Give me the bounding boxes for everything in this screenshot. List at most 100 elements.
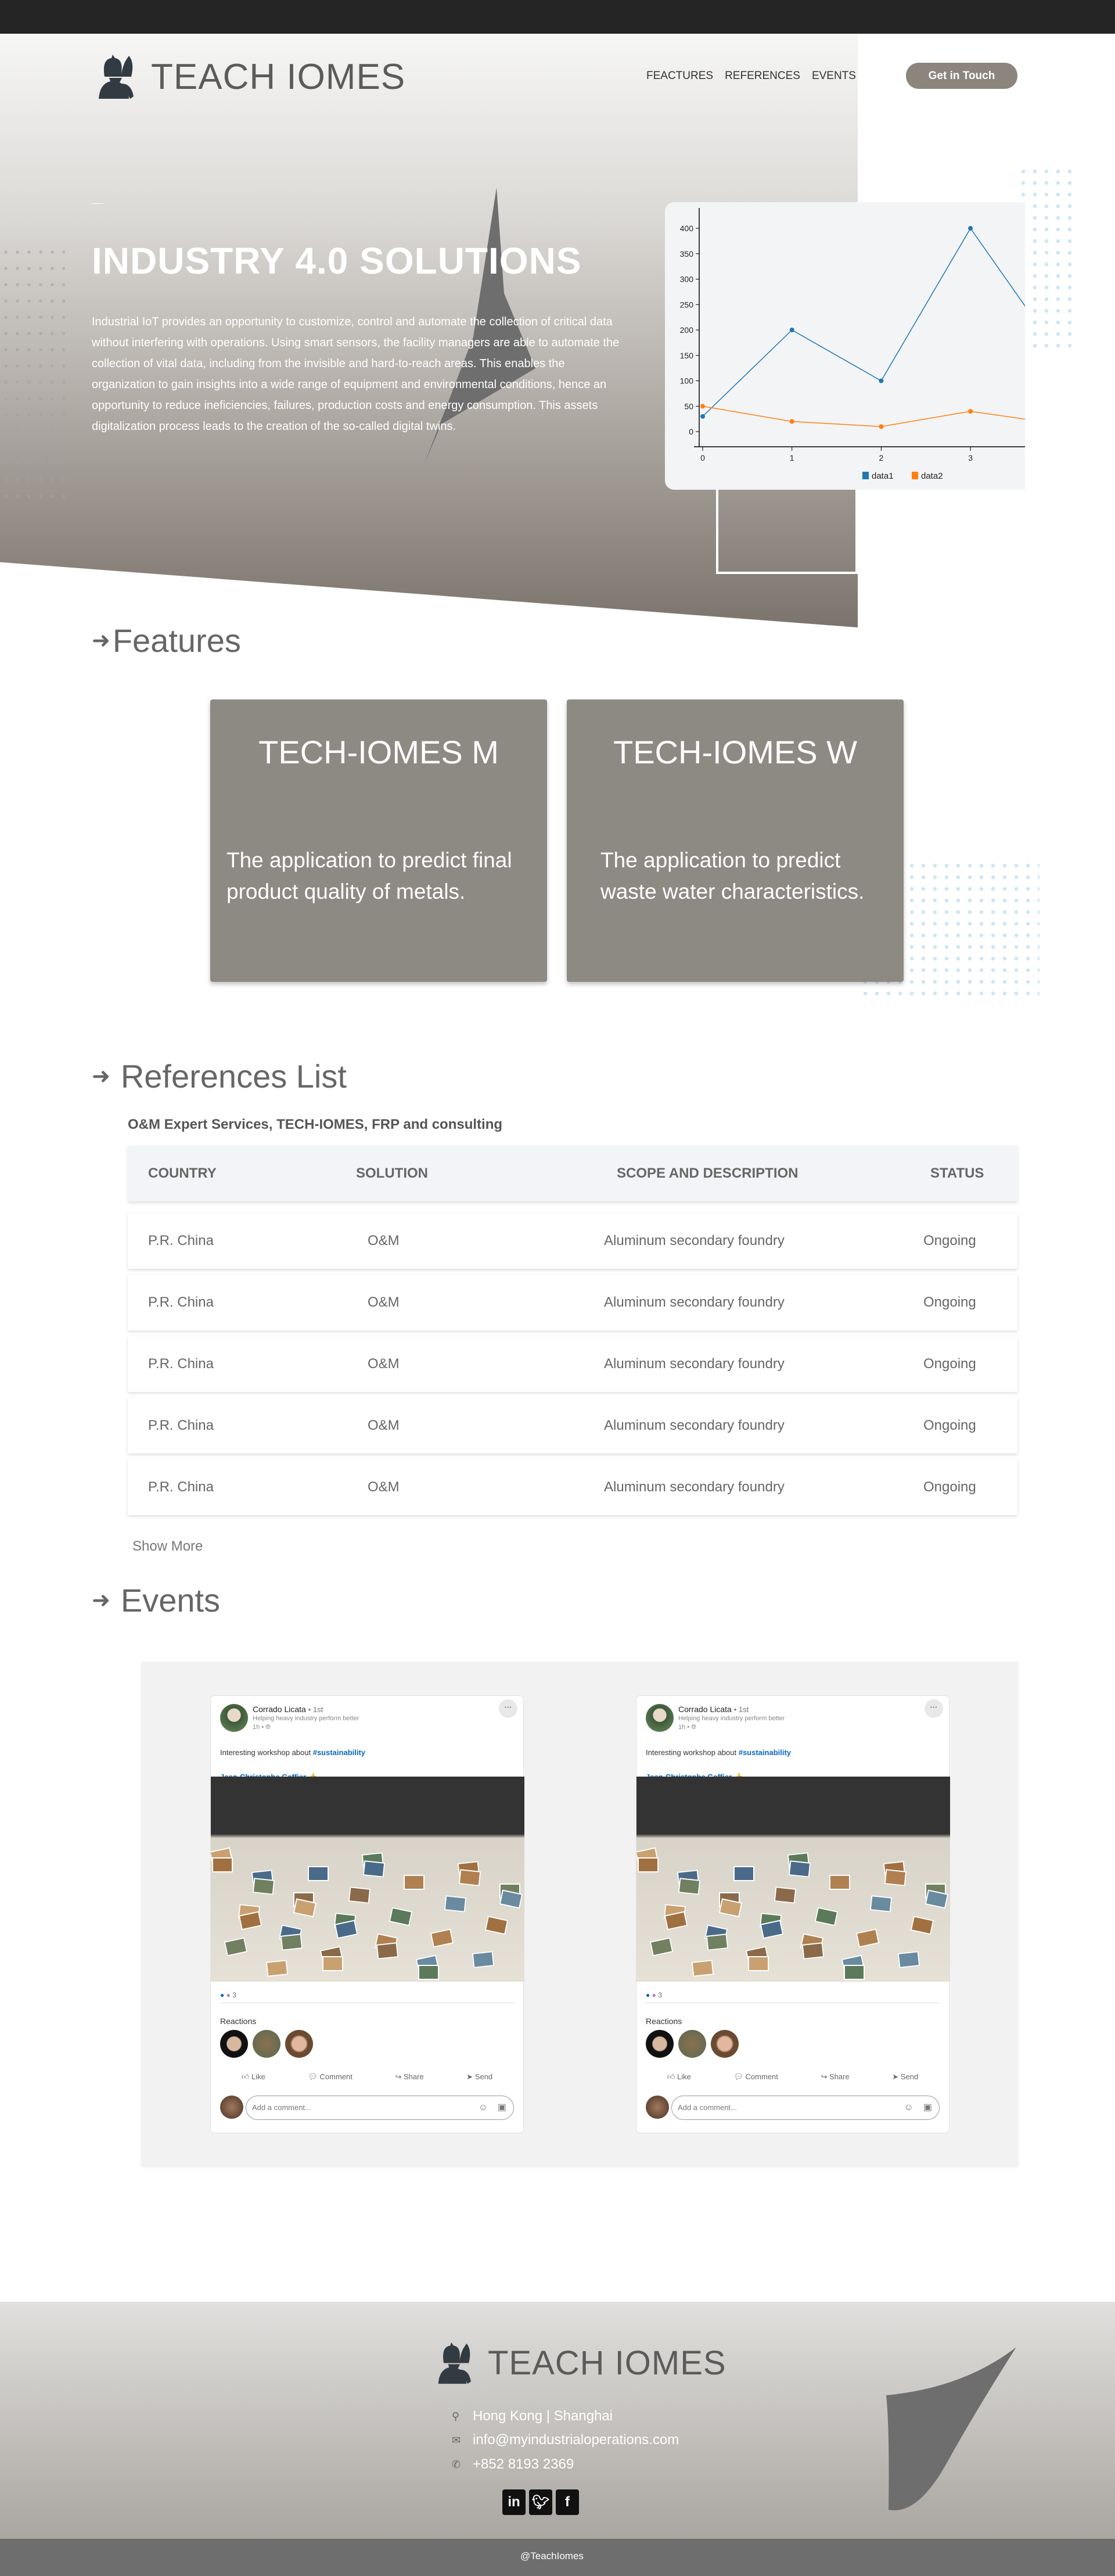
y-tick-label: 150 bbox=[680, 351, 694, 360]
post-photo[interactable] bbox=[636, 1777, 950, 1982]
x-tick-label: 0 bbox=[700, 453, 705, 462]
reactor-avatar[interactable] bbox=[253, 2030, 280, 2058]
logo[interactable]: TEACH IOMES bbox=[93, 53, 405, 100]
data-point-data1 bbox=[879, 378, 884, 383]
features-heading: ➜ Features bbox=[92, 622, 241, 659]
cell-scope: Aluminum secondary foundry bbox=[604, 1294, 785, 1310]
cell-country: P.R. China bbox=[148, 1294, 214, 1310]
cell-solution: O&M bbox=[368, 1356, 400, 1372]
table-row[interactable]: P.R. China O&M Aluminum secondary foundry O… bbox=[128, 1336, 1017, 1392]
linkedin-icon[interactable]: in bbox=[502, 2489, 526, 2515]
reaction-count[interactable]: ● ● 3 bbox=[646, 1991, 662, 1999]
cell-scope: Aluminum secondary foundry bbox=[604, 1356, 785, 1372]
cell-scope: Aluminum secondary foundry bbox=[604, 1233, 785, 1248]
reactor-avatar[interactable] bbox=[711, 2030, 739, 2058]
decorative-curve bbox=[886, 2347, 1016, 2510]
author-headline: Helping heavy industry perform better bbox=[678, 1715, 785, 1722]
email-link[interactable]: info@myindustrialoperations.com bbox=[473, 2432, 679, 2448]
reactions-label: Reactions bbox=[646, 2017, 682, 2026]
contact-location: ⚲ Hong Kong | Shanghai bbox=[452, 2408, 613, 2424]
like-button[interactable]: 👍︎ Like bbox=[667, 2072, 691, 2082]
hero-description: Industrial IoT provides an opportunity t… bbox=[92, 315, 620, 433]
post-text: Interesting workshop about #sustainabili… bbox=[646, 1748, 792, 1757]
col-country[interactable]: COUNTRY bbox=[148, 1165, 217, 1182]
feature-title: TECH-IOMES W bbox=[613, 734, 857, 770]
author-name[interactable]: Corrado Licata • 1st bbox=[253, 1705, 323, 1714]
send-button[interactable]: ➤ Send bbox=[466, 2072, 492, 2082]
reactor-avatar[interactable] bbox=[678, 2030, 706, 2058]
facebook-icon[interactable]: f bbox=[556, 2489, 579, 2515]
hashtag-link[interactable]: #sustainability bbox=[739, 1748, 791, 1757]
reactions-label: Reactions bbox=[220, 2017, 257, 2026]
data-point-data2 bbox=[789, 419, 794, 424]
contact-email[interactable]: ✉ info@myindustrialoperations.com bbox=[452, 2432, 679, 2448]
get-in-touch-button[interactable]: Get in Touch bbox=[906, 63, 1017, 89]
chart-card: 0 50 100 150 200 250 300 350 400 0 1 2 3 data1 data2 bbox=[665, 202, 1025, 490]
commenter-avatar bbox=[646, 2096, 669, 2119]
show-more-link[interactable]: Show More bbox=[132, 1538, 203, 1555]
table-row[interactable]: P.R. China O&M Aluminum secondary foundry O… bbox=[128, 1459, 1017, 1515]
y-tick-label: 100 bbox=[680, 376, 694, 386]
series-line-data1 bbox=[702, 227, 1025, 417]
data-point-data1 bbox=[700, 414, 705, 419]
insightful-reaction-icon: ● bbox=[226, 1991, 231, 1999]
hero-divider bbox=[92, 203, 103, 204]
post-time: 1h • 🌐︎ bbox=[253, 1724, 271, 1731]
y-tick-label: 50 bbox=[684, 401, 693, 411]
cell-scope: Aluminum secondary foundry bbox=[604, 1479, 785, 1495]
reactor-avatar[interactable] bbox=[285, 2030, 313, 2058]
cell-status: Ongoing bbox=[923, 1356, 976, 1372]
cell-scope: Aluminum secondary foundry bbox=[604, 1418, 785, 1433]
data-point-data2 bbox=[879, 424, 884, 429]
dot-pattern bbox=[1017, 166, 1076, 351]
contact-phone[interactable]: ✆ +852 8193 2369 bbox=[452, 2456, 574, 2473]
reactor-avatar[interactable] bbox=[646, 2030, 674, 2058]
phone-icon: ✆ bbox=[452, 2458, 461, 2470]
events-title: Events bbox=[120, 1582, 221, 1619]
x-tick-label: 2 bbox=[879, 453, 884, 462]
send-button[interactable]: ➤ Send bbox=[892, 2072, 918, 2082]
table-row[interactable]: P.R. China O&M Aluminum secondary foundry O… bbox=[128, 1213, 1017, 1269]
table-row[interactable]: P.R. China O&M Aluminum secondary foundry O… bbox=[128, 1275, 1017, 1330]
feature-card-m[interactable]: TECH-IOMES M The application to predict f… bbox=[210, 699, 547, 982]
col-scope[interactable]: SCOPE AND DESCRIPTION bbox=[617, 1165, 798, 1182]
author-avatar[interactable] bbox=[646, 1704, 674, 1732]
data-point-data2 bbox=[968, 409, 973, 414]
author-name[interactable]: Corrado Licata • 1st bbox=[678, 1705, 749, 1714]
footer-logo[interactable]: TEACH IOMES bbox=[433, 2341, 726, 2385]
share-button[interactable]: ↪ Share bbox=[395, 2072, 423, 2082]
social-handle: @TeachIomes bbox=[520, 2550, 584, 2561]
line-chart: 0 50 100 150 200 250 300 350 400 0 1 2 3 data1 data2 bbox=[680, 208, 1025, 481]
col-status[interactable]: STATUS bbox=[930, 1165, 984, 1182]
author-avatar[interactable] bbox=[220, 1704, 248, 1732]
nav-events[interactable]: EVENTS bbox=[812, 70, 856, 82]
feature-card-w[interactable]: TECH-IOMES W The application to predict w… bbox=[567, 699, 904, 982]
comment-input[interactable]: Add a comment... ☺ ▣ bbox=[246, 2096, 514, 2120]
linkedin-post: Corrado Licata • 1st Helping heavy indus… bbox=[210, 1695, 524, 2133]
like-button[interactable]: 👍︎ Like bbox=[242, 2072, 265, 2082]
main-nav: FEACTURES REFERENCES EVENTS bbox=[646, 70, 868, 82]
feature-desc: The application to predict waste water c… bbox=[600, 848, 865, 903]
post-photo[interactable] bbox=[211, 1777, 524, 1982]
reaction-count[interactable]: ● ● 3 bbox=[220, 1991, 236, 1999]
table-row[interactable]: P.R. China O&M Aluminum secondary foundry O… bbox=[128, 1398, 1017, 1454]
phone-link[interactable]: +852 8193 2369 bbox=[473, 2456, 574, 2473]
more-options-icon[interactable]: ··· bbox=[925, 1699, 943, 1718]
comment-input[interactable]: Add a comment... ☺ ▣ bbox=[671, 2096, 940, 2120]
cell-solution: O&M bbox=[368, 1233, 400, 1248]
comment-button[interactable]: 💬︎ Comment bbox=[733, 2072, 778, 2082]
reactor-avatar[interactable] bbox=[220, 2030, 248, 2058]
globe-icon: 🌐︎ bbox=[691, 1724, 697, 1731]
more-options-icon[interactable]: ··· bbox=[499, 1699, 517, 1718]
col-solution[interactable]: SOLUTION bbox=[356, 1165, 428, 1182]
feature-title: TECH-IOMES M bbox=[258, 734, 499, 770]
workers-logo-icon bbox=[99, 55, 134, 99]
nav-features[interactable]: FEACTURES bbox=[646, 70, 713, 82]
nav-references[interactable]: REFERENCES bbox=[725, 70, 800, 82]
decorative-frame bbox=[716, 482, 858, 574]
hashtag-link[interactable]: #sustainability bbox=[313, 1748, 365, 1757]
brand-name: TEACH IOMES bbox=[151, 56, 406, 97]
share-button[interactable]: ↪ Share bbox=[821, 2072, 849, 2082]
twitter-icon[interactable]: 🐦︎ bbox=[529, 2489, 552, 2515]
comment-button[interactable]: 💬︎ Comment bbox=[308, 2072, 352, 2082]
